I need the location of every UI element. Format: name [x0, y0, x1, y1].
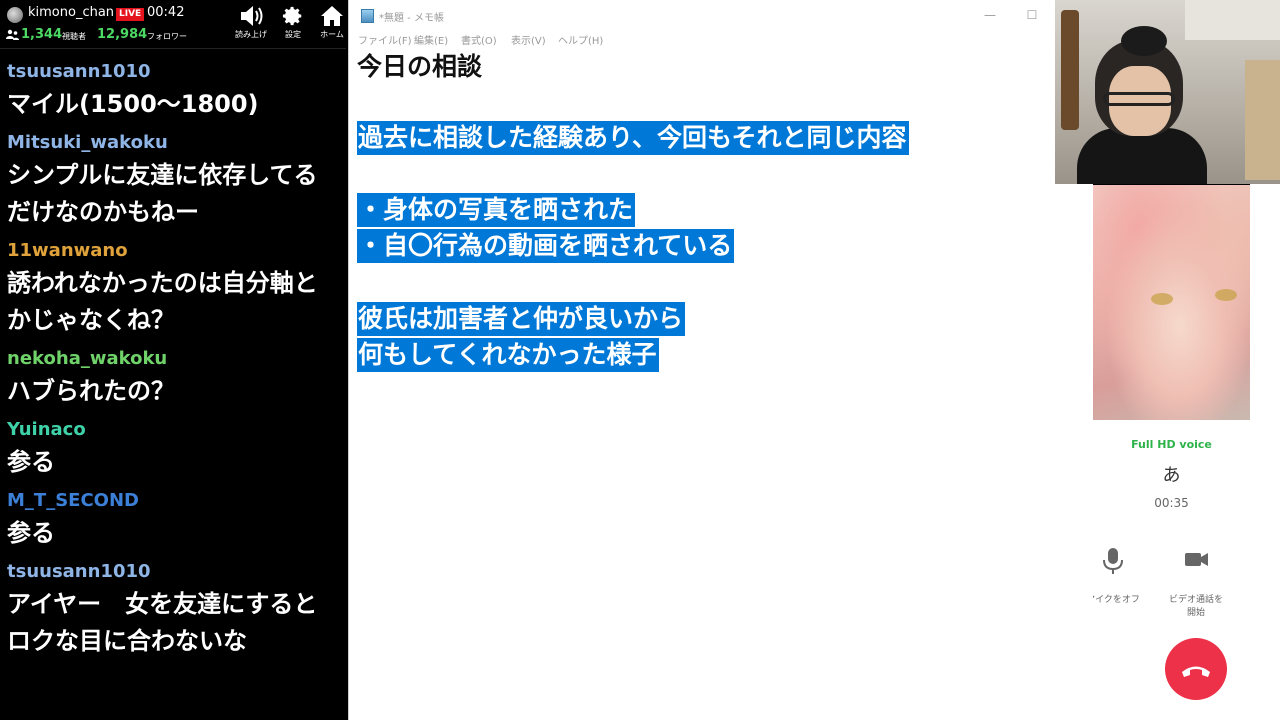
menu-help[interactable]: ヘルプ(H)	[558, 32, 603, 47]
maximize-button[interactable]: ☐	[1021, 6, 1043, 24]
end-call-button[interactable]	[1165, 638, 1227, 700]
video-call-button[interactable]: ビデオ通話を 開始	[1161, 540, 1231, 620]
comment-item: Yuinaco 参る	[7, 416, 346, 481]
chat-panel: kimono_chan LIVE 00:42 1,344 視聴者 12,984 …	[0, 0, 346, 720]
settings-button[interactable]: 設定	[273, 4, 313, 44]
call-status: Full HD voice	[1131, 438, 1212, 451]
stream-header: kimono_chan LIVE 00:42 1,344 視聴者 12,984 …	[0, 0, 346, 49]
comment-text: 参る	[7, 448, 55, 476]
selected-line: ・自〇行為の動画を晒されている	[357, 229, 735, 263]
follower-label: フォロワー	[147, 32, 187, 41]
microphone-icon	[1103, 548, 1123, 574]
avatar[interactable]	[7, 7, 23, 23]
comment-user[interactable]: 11wanwano	[7, 237, 346, 265]
caller-name: あ	[1162, 465, 1181, 486]
comment-text: ハブられたの？	[7, 377, 175, 405]
webcam-background-shelf	[1185, 0, 1280, 40]
notepad-text-area[interactable]: 今日の相談 過去に相談した経験あり、今回もそれと同じ内容 ・身体の写真を晒された…	[357, 50, 1047, 710]
webcam-glasses	[1103, 92, 1175, 106]
comment-item: tsuusann1010 マイル(1500〜1800)	[7, 58, 346, 123]
caller-avatar-image	[1093, 185, 1250, 420]
comment-user[interactable]: Mitsuki_wakoku	[7, 129, 346, 157]
call-side-margin-right	[1250, 184, 1280, 720]
comment-user[interactable]: M_T_SECOND	[7, 487, 346, 515]
webcam-feed	[1055, 0, 1280, 184]
video-call-label-line1: ビデオ通話を	[1168, 595, 1223, 605]
comment-text: 誘われなかったのは自分軸とかじゃなくね？	[7, 269, 318, 334]
webcam-plush-toy	[1121, 26, 1167, 56]
comment-text: マイル(1500〜1800)	[7, 90, 259, 118]
notepad-title: *無題 - メモ帳	[379, 13, 444, 24]
video-call-label-line2: 開始	[1186, 608, 1205, 618]
home-label: ホーム	[320, 30, 344, 39]
comment-text: 参る	[7, 519, 55, 547]
comment-item: 11wanwano 誘われなかったのは自分軸とかじゃなくね？	[7, 237, 346, 339]
art-eye	[1151, 293, 1173, 305]
selected-line: 彼氏は加害者と仲が良いから	[357, 302, 686, 336]
minimize-button[interactable]: —	[979, 6, 1001, 24]
comment-list[interactable]: tsuusann1010 マイル(1500〜1800) Mitsuki_wako…	[0, 58, 346, 666]
viewers-icon	[6, 29, 19, 44]
channel-name[interactable]: kimono_chan	[28, 5, 114, 20]
gear-icon	[282, 6, 302, 26]
menu-edit[interactable]: 編集(E)	[414, 32, 448, 47]
comment-user[interactable]: Yuinaco	[7, 416, 346, 444]
webcam-guitar	[1061, 10, 1079, 130]
comment-item: M_T_SECOND 参る	[7, 487, 346, 552]
comment-item: Mitsuki_wakoku シンプルに友達に依存してるだけなのかもねー	[7, 129, 346, 231]
hang-up-phone-icon	[1182, 666, 1210, 677]
mute-button[interactable]: マイクをオフ	[1093, 540, 1148, 607]
viewer-count: 1,344	[21, 27, 63, 42]
home-icon	[321, 6, 343, 26]
settings-label: 設定	[285, 30, 301, 39]
selected-line: ・身体の写真を晒された	[357, 193, 636, 227]
video-camera-icon	[1185, 553, 1208, 566]
comment-text: アイヤー 女を友達にするとロクな目に合わないな	[7, 590, 318, 655]
call-timer: 00:35	[1154, 496, 1189, 510]
notepad-menubar: ファイル(F) 編集(E) 書式(O) 表示(V) ヘルプ(H)	[349, 30, 1056, 48]
speaker-icon	[241, 6, 263, 26]
note-heading: 今日の相談	[357, 52, 483, 81]
notepad-app-icon	[361, 9, 374, 23]
menu-file[interactable]: ファイル(F)	[358, 32, 412, 47]
comment-user[interactable]: nekoha_wakoku	[7, 345, 346, 373]
menu-format[interactable]: 書式(O)	[461, 32, 497, 47]
viewer-label: 視聴者	[62, 32, 86, 41]
menu-view[interactable]: 表示(V)	[511, 32, 546, 47]
notepad-window: *無題 - メモ帳 — ☐ ファイル(F) 編集(E) 書式(O) 表示(V) …	[348, 0, 1056, 720]
live-badge: LIVE	[116, 8, 145, 21]
read-aloud-label: 読み上げ	[235, 30, 267, 39]
webcam-person-body	[1077, 128, 1207, 184]
webcam-cabinet	[1245, 60, 1280, 180]
comment-user[interactable]: tsuusann1010	[7, 58, 346, 86]
follower-count: 12,984	[97, 27, 148, 42]
comment-item: nekoha_wakoku ハブられたの？	[7, 345, 346, 410]
selected-line: 過去に相談した経験あり、今回もそれと同じ内容	[357, 121, 909, 155]
call-side-margin	[1055, 184, 1093, 720]
mute-label: マイクをオフ	[1093, 595, 1140, 605]
art-eye	[1215, 289, 1237, 301]
video-call-label: ビデオ通話を 開始	[1161, 594, 1231, 620]
comment-item: tsuusann1010 アイヤー 女を友達にするとロクな目に合わないな	[7, 558, 346, 660]
comment-text: シンプルに友達に依存してるだけなのかもねー	[7, 161, 318, 226]
notepad-titlebar[interactable]: *無題 - メモ帳 — ☐	[349, 0, 1056, 30]
home-button[interactable]: ホーム	[312, 4, 346, 44]
comment-user[interactable]: tsuusann1010	[7, 558, 346, 586]
read-aloud-button[interactable]: 読み上げ	[231, 4, 271, 44]
elapsed-time: 00:42	[147, 5, 185, 20]
selected-line: 何もしてくれなかった様子	[357, 338, 659, 372]
call-screen: Full HD voice あ 00:35 マイクをオフ ビデオ通話を 開始	[1093, 185, 1250, 720]
